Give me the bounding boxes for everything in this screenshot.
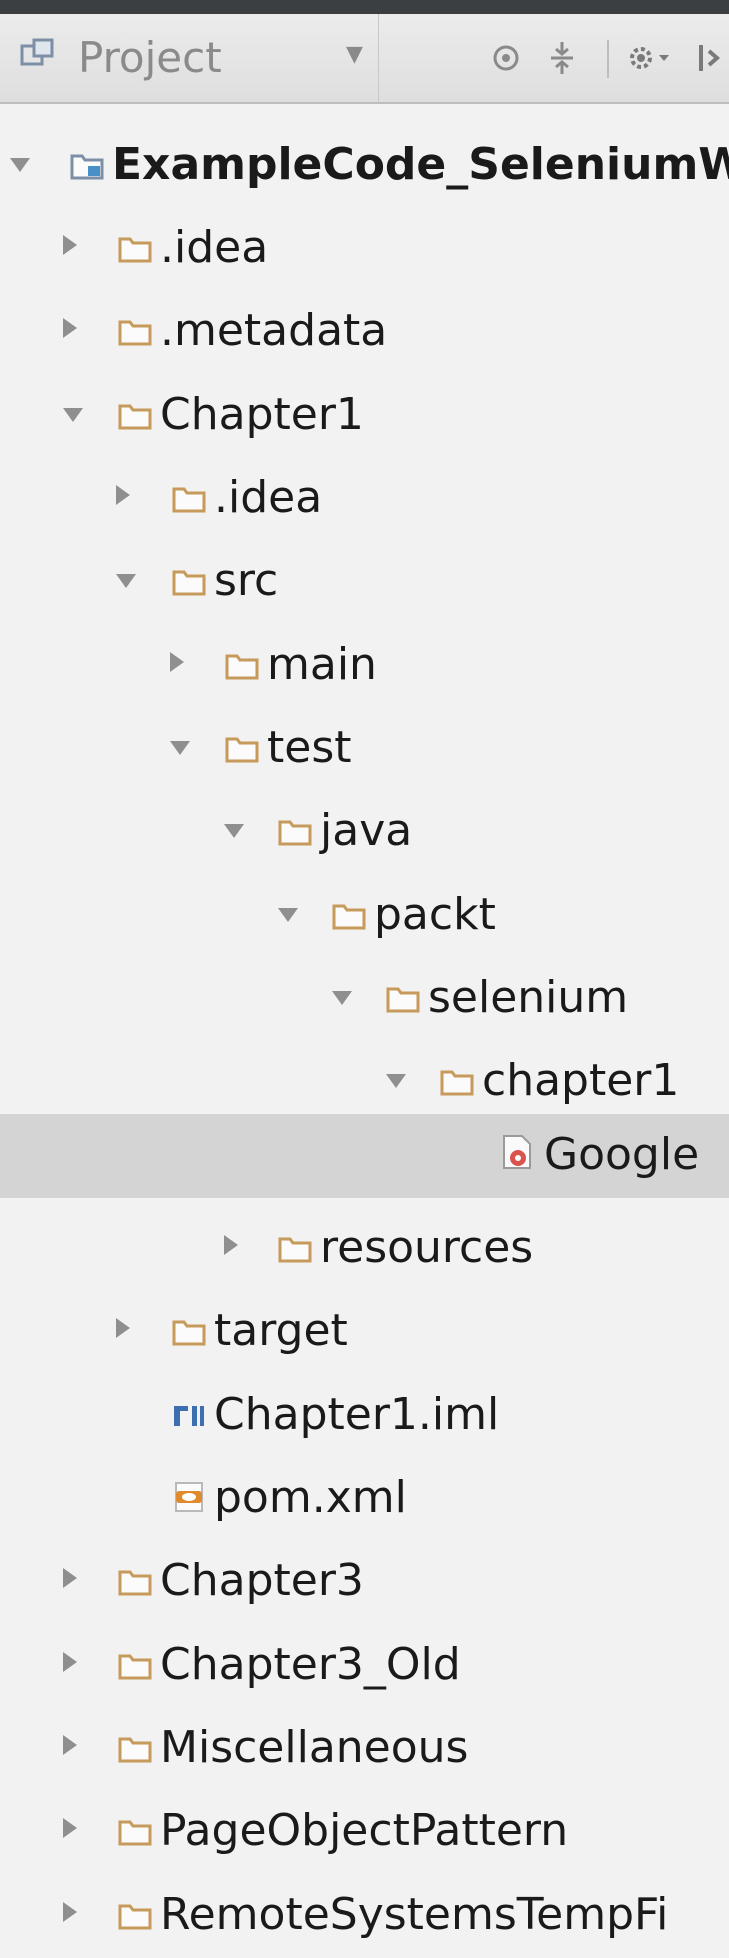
tree-item-label: resources (320, 1222, 534, 1273)
tree-item-label: .idea (214, 472, 323, 523)
tree-row[interactable]: pom.xml (0, 1457, 729, 1541)
folder-icon (118, 1568, 152, 1596)
window-top-edge (0, 0, 729, 14)
chevron-down-icon: ▼ (346, 42, 363, 67)
expand-arrow-right-icon[interactable] (170, 652, 184, 672)
folder-icon (172, 568, 206, 596)
tree-row[interactable]: RemoteSystemsTempFi (0, 1874, 729, 1958)
expand-arrow-down-icon[interactable] (10, 158, 30, 172)
project-tree: ExampleCode_SeleniumW .idea .metadata Chapt… (0, 104, 729, 1940)
tree-row[interactable]: Chapter3_Old (0, 1624, 729, 1708)
tree-item-label: selenium (428, 972, 629, 1023)
tree-item-label: RemoteSystemsTempFi (160, 1889, 669, 1940)
folder-icon (118, 1652, 152, 1680)
toolbar-separator (607, 40, 609, 78)
expand-arrow-down-icon[interactable] (116, 574, 136, 588)
folder-icon (118, 1902, 152, 1930)
expand-arrow-right-icon[interactable] (63, 235, 77, 255)
tree-row[interactable]: src (0, 540, 729, 624)
folder-icon (172, 1318, 206, 1346)
expand-arrow-right-icon[interactable] (224, 1235, 238, 1255)
folder-icon (172, 485, 206, 513)
folder-icon (386, 985, 420, 1013)
java-test-file-icon (500, 1134, 534, 1169)
expand-arrow-right-icon[interactable] (63, 1568, 77, 1588)
expand-arrow-down-icon[interactable] (224, 824, 244, 838)
tree-row[interactable]: chapter1 (0, 1040, 729, 1124)
tree-item-label: src (214, 555, 279, 606)
tree-row[interactable]: resources (0, 1207, 729, 1291)
tree-item-label: .metadata (160, 305, 388, 356)
expand-arrow-down-icon[interactable] (332, 991, 352, 1005)
expand-arrow-right-icon[interactable] (63, 318, 77, 338)
tree-item-label: chapter1 (482, 1055, 680, 1106)
tree-row[interactable]: selenium (0, 957, 729, 1041)
tree-item-label: java (320, 805, 413, 856)
iml-file-icon (172, 1402, 206, 1430)
view-selector-label: Project (78, 33, 222, 82)
tree-item-label: Chapter1.iml (214, 1389, 500, 1440)
expand-arrow-right-icon[interactable] (63, 1735, 77, 1755)
tree-row[interactable]: test (0, 707, 729, 791)
expand-arrow-down-icon[interactable] (63, 408, 83, 422)
expand-arrow-down-icon[interactable] (170, 741, 190, 755)
tree-row[interactable]: PageObjectPattern (0, 1790, 729, 1874)
tree-row[interactable]: target (0, 1290, 729, 1374)
project-view-icon (20, 38, 54, 66)
collapse-all-icon[interactable] (540, 34, 584, 82)
expand-arrow-right-icon[interactable] (116, 485, 130, 505)
hide-icon[interactable] (690, 34, 729, 82)
expand-arrow-right-icon[interactable] (63, 1652, 77, 1672)
tree-row[interactable]: java (0, 790, 729, 874)
scroll-from-source-icon[interactable] (484, 34, 528, 82)
folder-icon (118, 1818, 152, 1846)
tree-item-label: pom.xml (214, 1472, 407, 1523)
expand-arrow-down-icon[interactable] (386, 1074, 406, 1088)
tree-item-label: packt (374, 889, 496, 940)
expand-arrow-down-icon[interactable] (278, 908, 298, 922)
folder-icon (225, 652, 259, 680)
tree-item-label: Chapter3 (160, 1555, 364, 1606)
folder-icon (118, 402, 152, 430)
tree-item-label: PageObjectPattern (160, 1805, 569, 1856)
expand-arrow-right-icon[interactable] (63, 1902, 77, 1922)
folder-icon (278, 818, 312, 846)
maven-pom-icon (172, 1481, 206, 1512)
tree-item-label: target (214, 1305, 348, 1356)
module-folder-icon (70, 152, 104, 180)
folder-icon (118, 318, 152, 346)
tree-row[interactable]: main (0, 624, 729, 708)
folder-icon (278, 1235, 312, 1263)
expand-arrow-right-icon[interactable] (63, 1818, 77, 1838)
tree-row[interactable]: Chapter1 (0, 374, 729, 458)
tree-row[interactable]: Google (0, 1114, 729, 1198)
tree-item-label: main (267, 639, 377, 690)
tree-row[interactable]: .idea (0, 207, 729, 291)
tree-row[interactable]: .metadata (0, 290, 729, 374)
tree-item-label: Chapter3_Old (160, 1639, 461, 1690)
expand-arrow-right-icon[interactable] (116, 1318, 130, 1338)
folder-icon (118, 1735, 152, 1763)
settings-icon[interactable] (622, 34, 678, 82)
tree-item-label: .idea (160, 222, 269, 273)
tree-row[interactable]: Chapter1.iml (0, 1374, 729, 1458)
tree-row[interactable]: ExampleCode_SeleniumW (0, 124, 729, 208)
tree-row[interactable]: Miscellaneous (0, 1707, 729, 1791)
tree-item-label: Google (544, 1129, 700, 1180)
tree-item-label: Miscellaneous (160, 1722, 469, 1773)
folder-icon (225, 735, 259, 763)
folder-icon (118, 235, 152, 263)
folder-icon (440, 1068, 474, 1096)
view-selector[interactable]: Project ▼ (0, 14, 379, 102)
tree-item-label: ExampleCode_SeleniumW (112, 139, 729, 190)
tree-row[interactable]: .idea (0, 457, 729, 541)
tree-row[interactable]: Chapter3 (0, 1540, 729, 1624)
tree-item-label: Chapter1 (160, 389, 364, 440)
tree-row[interactable]: packt (0, 874, 729, 958)
folder-icon (332, 902, 366, 930)
project-toolbar: Project ▼ (0, 14, 729, 104)
tree-item-label: test (267, 722, 352, 773)
